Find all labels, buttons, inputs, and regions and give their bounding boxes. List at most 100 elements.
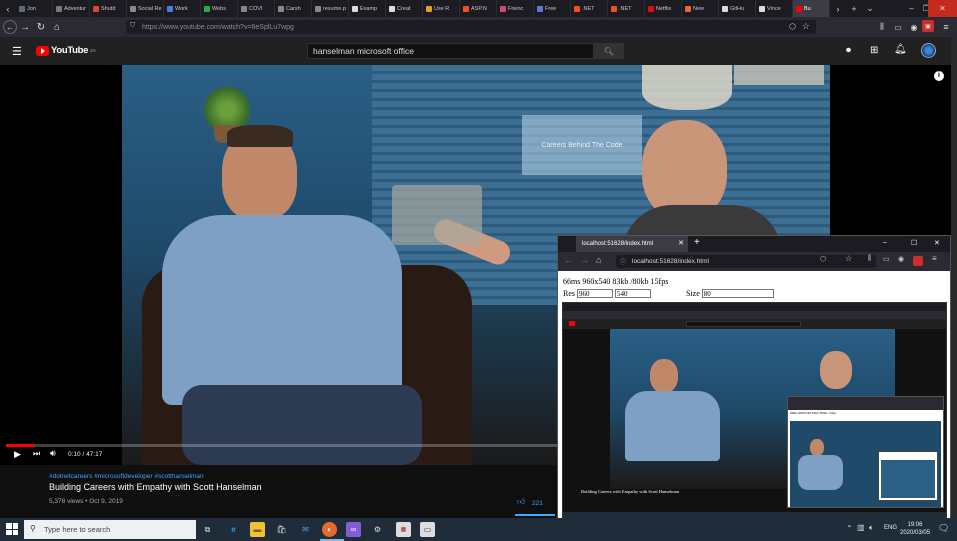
popup-sidebar-icon[interactable]: ▭ xyxy=(883,255,890,263)
browser-tab[interactable]: Creat xyxy=(386,0,423,17)
tray-expand-icon[interactable]: ⌃ xyxy=(846,524,853,533)
browser-tab[interactable]: Jon xyxy=(16,0,53,17)
browser-tab[interactable]: .NET xyxy=(608,0,645,17)
windows-start-icon[interactable] xyxy=(6,523,18,535)
browser-tab[interactable]: Social Re xyxy=(127,0,164,17)
pocket-icon[interactable]: ⬡ xyxy=(789,22,796,31)
avatar[interactable] xyxy=(921,43,936,58)
popup-tab[interactable]: localhost:51628/index.html ✕ xyxy=(576,236,688,252)
popup-maximize-button[interactable]: ☐ xyxy=(911,239,917,247)
like-icon[interactable]: 👍︎ xyxy=(517,497,525,507)
tab-label: Vince xyxy=(767,5,781,12)
browser-tab[interactable]: COVI xyxy=(238,0,275,17)
browser-tab[interactable]: .NET xyxy=(571,0,608,17)
library-icon[interactable]: ⫼ xyxy=(874,19,890,35)
store-icon[interactable]: 🛍︎ xyxy=(274,522,289,537)
taskbar-search-box[interactable]: ⚲ Type here to search xyxy=(24,520,196,539)
popup-close-button[interactable]: ✕ xyxy=(934,239,940,247)
youtube-logo[interactable]: YouTube ZA xyxy=(36,45,96,56)
popup-forward-icon[interactable]: → xyxy=(580,255,589,265)
bookmark-star-icon[interactable]: ☆ xyxy=(802,21,810,32)
back-button[interactable]: ← xyxy=(3,20,17,34)
res-height-input[interactable] xyxy=(615,289,651,298)
popup-extension-icon[interactable] xyxy=(913,256,923,266)
apps-grid-icon[interactable]: ⊞ xyxy=(870,45,878,56)
home-button[interactable]: ⌂ xyxy=(49,19,65,35)
tab-favicon-icon xyxy=(315,5,321,12)
tab-label: GitHu xyxy=(730,5,745,12)
edge-icon[interactable]: e xyxy=(226,522,241,537)
volume-icon[interactable]: 🔊︎ xyxy=(50,448,56,459)
browser-tab[interactable]: ASP.N xyxy=(460,0,497,17)
popup-home-icon[interactable]: ⌂ xyxy=(596,255,601,265)
browser-tab[interactable]: Bu xyxy=(793,0,830,17)
reload-button[interactable]: ↻ xyxy=(33,19,49,35)
notifications-bell-icon[interactable]: 🔔︎ xyxy=(894,44,907,55)
new-tab-button[interactable]: + xyxy=(846,4,862,14)
next-video-icon[interactable]: ⏭ xyxy=(33,449,40,459)
res-width-input[interactable] xyxy=(577,289,613,298)
account-icon[interactable]: ◉ xyxy=(906,19,922,35)
popup-tab-close-icon[interactable]: ✕ xyxy=(678,239,684,247)
tab-list-dropdown-icon[interactable]: ⌄ xyxy=(862,3,878,14)
popup-new-tab-button[interactable]: + xyxy=(694,237,700,248)
popup-pocket-icon[interactable]: ⬡ xyxy=(820,255,826,263)
firefox-icon[interactable]: ◐ xyxy=(322,522,337,537)
notifications-icon[interactable]: 🗨︎ xyxy=(938,523,949,534)
tab-scroll-right-icon[interactable]: › xyxy=(830,4,846,14)
browser-tab[interactable]: Free xyxy=(534,0,571,17)
popup-minimize-button[interactable]: – xyxy=(883,239,887,246)
browser-tab[interactable]: Adventur xyxy=(53,0,90,17)
youtube-search-input[interactable]: hanselman microsoft office xyxy=(307,43,594,59)
browser-tab[interactable]: Carsh xyxy=(275,0,312,17)
popup-back-icon[interactable]: ← xyxy=(564,255,573,265)
create-video-icon[interactable]: ⏺ xyxy=(846,45,851,56)
file-explorer-icon[interactable]: ▬ xyxy=(250,522,265,537)
popup-account-icon[interactable]: ◉ xyxy=(898,255,904,263)
chip-app-icon[interactable]: ▦ xyxy=(396,522,411,537)
browser-tab[interactable]: Work xyxy=(164,0,201,17)
tab-label: .NET xyxy=(582,5,595,12)
video-hashtags[interactable]: #dotnetcareers #microsoftdeveloper #scot… xyxy=(49,473,204,480)
visual-studio-icon[interactable]: ∞ xyxy=(346,522,361,537)
speaker-icon[interactable]: 🔈︎ xyxy=(869,523,874,533)
tab-scroll-left-icon[interactable]: ‹ xyxy=(0,4,16,14)
browser-tab[interactable]: GitHu xyxy=(719,0,756,17)
size-label: Size xyxy=(686,289,700,298)
youtube-search-button[interactable]: 🔍︎ xyxy=(594,43,624,59)
browser-tab[interactable]: Examp xyxy=(349,0,386,17)
popup-menu-icon[interactable]: ≡ xyxy=(932,254,937,263)
clock[interactable]: 19:06 2020/03/05 xyxy=(900,521,930,537)
steam-icon[interactable]: ⚙ xyxy=(370,522,385,537)
tab-favicon-icon xyxy=(500,5,506,12)
popup-bookmark-icon[interactable]: ☆ xyxy=(845,254,852,263)
url-bar[interactable]: ⛉ https://www.youtube.com/watch?v=6eSplL… xyxy=(126,20,816,34)
page-scrollbar[interactable] xyxy=(951,37,957,518)
mail-icon[interactable]: ✉ xyxy=(298,522,313,537)
sidebar-icon[interactable]: ▭ xyxy=(890,19,906,35)
browser-tab[interactable]: resume.p xyxy=(312,0,349,17)
browser-tab[interactable]: Use R xyxy=(423,0,460,17)
browser-tab[interactable]: Shutd xyxy=(90,0,127,17)
size-input[interactable] xyxy=(701,289,774,298)
popup-library-icon[interactable]: ⫼ xyxy=(868,255,871,263)
play-icon[interactable]: ▶ xyxy=(14,449,21,460)
info-icon[interactable]: i xyxy=(934,71,944,81)
browser-tab[interactable]: Frienc xyxy=(497,0,534,17)
network-icon[interactable]: ▥ xyxy=(857,523,865,532)
forward-button[interactable]: → xyxy=(17,19,33,35)
window-close-button[interactable]: ✕ xyxy=(928,0,957,17)
browser-tab[interactable]: Vince xyxy=(756,0,793,17)
task-view-icon[interactable]: ⧉ xyxy=(200,522,215,537)
browser-tab[interactable]: Webs xyxy=(201,0,238,17)
window-app-icon[interactable]: ▭ xyxy=(420,522,435,537)
hamburger-menu-icon[interactable]: ☰ xyxy=(12,45,22,58)
language-indicator[interactable]: ENG xyxy=(884,525,897,531)
browser-tab[interactable]: Netflix xyxy=(645,0,682,17)
popup-url-text: localhost:51628/index.html xyxy=(632,258,709,265)
popup-url-bar[interactable]: ⓘ localhost:51628/index.html xyxy=(616,255,876,268)
menu-icon[interactable]: ≡ xyxy=(938,19,954,35)
extension-icon[interactable]: ▣ xyxy=(922,20,934,32)
browser-tab[interactable]: New xyxy=(682,0,719,17)
progress-bar[interactable] xyxy=(6,444,557,447)
